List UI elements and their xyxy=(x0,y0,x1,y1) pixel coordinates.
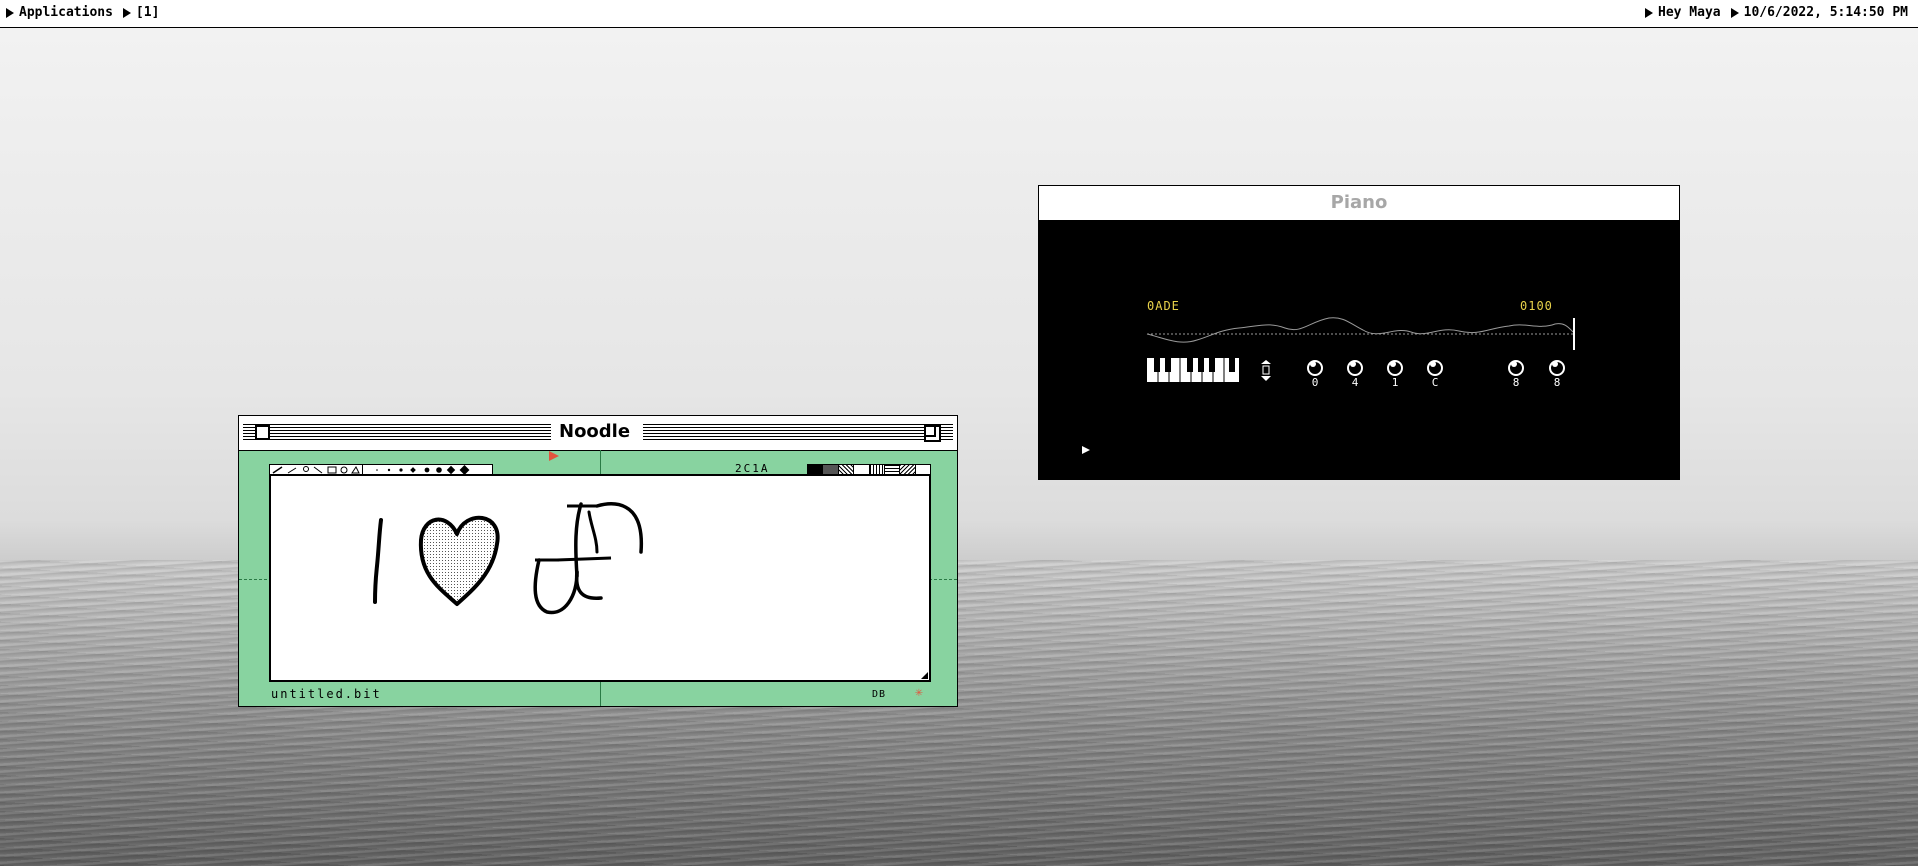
save-status-icon[interactable]: DB xyxy=(872,689,886,700)
knob-icon[interactable] xyxy=(1347,360,1363,376)
knob-value: 0 xyxy=(1311,376,1319,389)
applications-menu[interactable]: Applications xyxy=(6,5,113,20)
drawing-canvas[interactable] xyxy=(269,474,931,682)
user-menu[interactable]: Hey Maya xyxy=(1645,5,1721,20)
unsaved-indicator-icon: ✳ xyxy=(915,685,923,700)
knob-icon[interactable] xyxy=(1508,360,1524,376)
triangle-right-icon xyxy=(6,7,14,18)
close-box-icon[interactable] xyxy=(255,425,270,440)
keyboard-icon xyxy=(1147,358,1239,382)
workspace-label: [1] xyxy=(135,5,160,20)
knob-icon[interactable] xyxy=(1307,360,1323,376)
guide-line xyxy=(929,579,957,580)
applications-label: Applications xyxy=(19,5,113,20)
mouse-cursor-icon xyxy=(1082,446,1090,454)
knob-value: 8 xyxy=(1553,376,1561,389)
user-label: Hey Maya xyxy=(1658,5,1721,20)
clock-menu[interactable]: 10/6/2022, 5:14:50 PM xyxy=(1730,5,1908,20)
noodle-titlebar[interactable]: Noodle xyxy=(239,416,957,451)
zoom-box-icon[interactable] xyxy=(924,425,941,442)
workspace-menu[interactable]: [1] xyxy=(122,5,160,20)
triangle-right-icon xyxy=(1730,7,1739,18)
noodle-window: Noodle 2C1A untitled.bit DB ✳ xyxy=(238,415,958,707)
octave-stepper-icon xyxy=(1261,360,1271,381)
guide-line xyxy=(239,579,267,580)
window-title: Noodle xyxy=(551,421,639,442)
drawing xyxy=(373,502,643,615)
resize-handle-icon[interactable] xyxy=(921,672,928,679)
waveform-display xyxy=(1146,317,1575,382)
knob-value: 1 xyxy=(1391,376,1399,389)
flag-icon xyxy=(549,451,559,461)
knob-icon[interactable] xyxy=(1387,360,1403,376)
knob-icon[interactable] xyxy=(1427,360,1443,376)
filename-label: untitled.bit xyxy=(271,687,382,701)
titlebar-stripes xyxy=(643,424,953,441)
piano-window: Piano 0ADE 0100 0 4 1 C 8 8 xyxy=(1038,185,1680,480)
knob-value: 4 xyxy=(1351,376,1359,389)
menubar: Applications [1] Hey Maya 10/6/2022, 5:1… xyxy=(0,0,1918,28)
titlebar-stripes xyxy=(243,424,551,441)
knob-icon[interactable] xyxy=(1549,360,1565,376)
datetime-label: 10/6/2022, 5:14:50 PM xyxy=(1743,5,1908,20)
triangle-right-icon xyxy=(1645,7,1653,18)
knob-value: 8 xyxy=(1512,376,1520,389)
knob-value: C xyxy=(1431,376,1439,389)
triangle-right-icon xyxy=(122,7,131,18)
